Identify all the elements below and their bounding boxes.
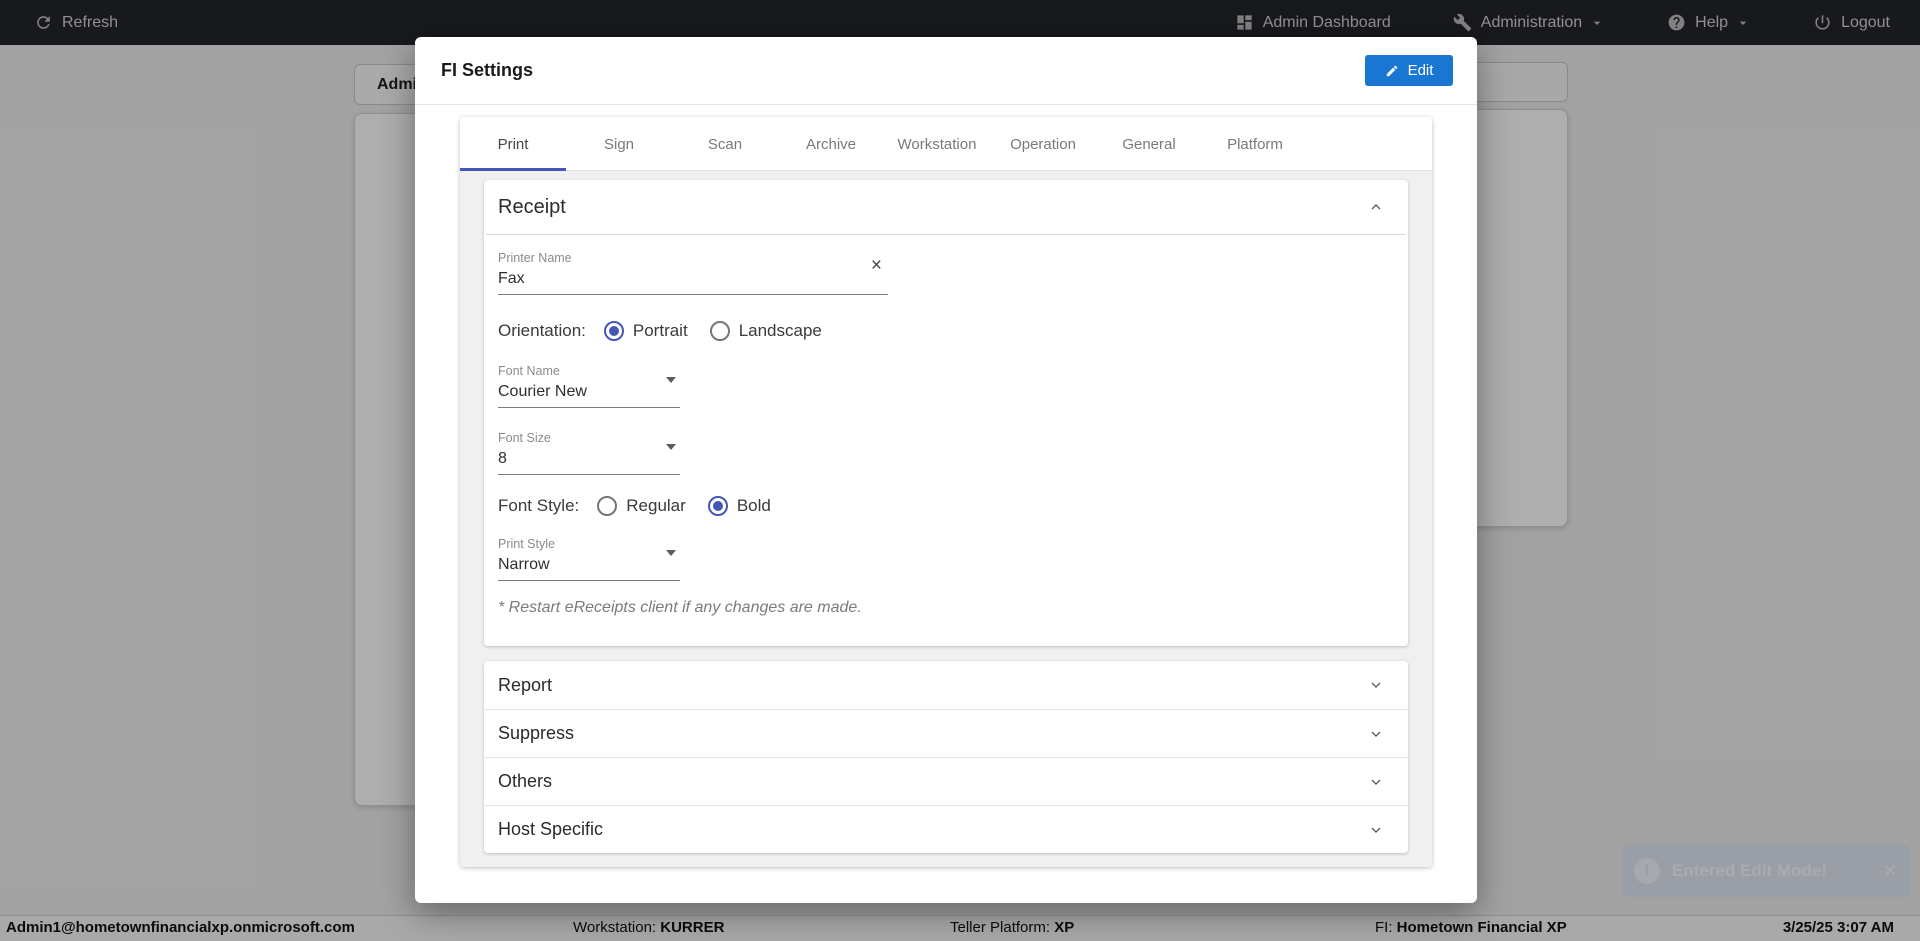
receipt-section: Receipt Printer Name Fax × Orientation:: [484, 180, 1408, 646]
tab-general-label: General: [1122, 136, 1175, 153]
font-name-label: Font Name: [498, 364, 680, 378]
radio-portrait[interactable]: Portrait: [604, 321, 688, 341]
radio-portrait-label: Portrait: [633, 321, 688, 341]
chevron-down-icon: [1368, 774, 1384, 790]
print-style-label: Print Style: [498, 537, 680, 551]
tab-scan-label: Scan: [708, 136, 742, 153]
receipt-section-header[interactable]: Receipt: [484, 180, 1408, 234]
font-size-label: Font Size: [498, 431, 680, 445]
section-host-specific-title: Host Specific: [498, 819, 603, 840]
section-suppress[interactable]: Suppress: [484, 709, 1408, 757]
section-others[interactable]: Others: [484, 757, 1408, 805]
tab-workstation-label: Workstation: [898, 136, 977, 153]
settings-tabbar: Print Sign Scan Archive Workstation Oper…: [460, 117, 1432, 171]
radio-circle: [597, 496, 617, 516]
tab-print-label: Print: [498, 136, 529, 153]
radio-bold[interactable]: Bold: [708, 496, 771, 516]
chevron-up-icon[interactable]: [1368, 199, 1384, 215]
radio-bold-label: Bold: [737, 496, 771, 516]
section-host-specific[interactable]: Host Specific: [484, 805, 1408, 853]
tab-sign[interactable]: Sign: [566, 117, 672, 171]
section-suppress-title: Suppress: [498, 723, 574, 744]
radio-circle: [710, 321, 730, 341]
font-style-radio-group: Font Style: Regular Bold: [498, 496, 1394, 516]
edit-button-label: Edit: [1408, 62, 1434, 79]
printer-name-value[interactable]: Fax: [498, 265, 888, 295]
font-size-value: 8: [498, 445, 680, 475]
pencil-icon: [1385, 64, 1399, 78]
radio-circle: [708, 496, 728, 516]
tab-sign-label: Sign: [604, 136, 634, 153]
dropdown-caret-icon: [666, 377, 676, 383]
tab-print[interactable]: Print: [460, 117, 566, 171]
printer-name-label: Printer Name: [498, 251, 888, 265]
orientation-radio-group: Orientation: Portrait Landscape: [498, 321, 1394, 341]
tab-general[interactable]: General: [1096, 117, 1202, 171]
orientation-label: Orientation:: [498, 321, 586, 341]
radio-circle: [604, 321, 624, 341]
radio-landscape[interactable]: Landscape: [710, 321, 822, 341]
section-report[interactable]: Report: [484, 661, 1408, 709]
radio-regular-label: Regular: [626, 496, 686, 516]
receipt-section-title: Receipt: [498, 196, 566, 219]
font-size-select[interactable]: Font Size 8: [498, 431, 680, 475]
tab-platform-label: Platform: [1227, 136, 1283, 153]
clear-icon[interactable]: ×: [871, 255, 882, 277]
printer-name-field[interactable]: Printer Name Fax ×: [498, 251, 888, 295]
font-style-label: Font Style:: [498, 496, 579, 516]
print-style-value: Narrow: [498, 551, 680, 581]
receipt-section-body: Printer Name Fax × Orientation: Portrait…: [484, 235, 1408, 617]
section-others-title: Others: [498, 771, 552, 792]
chevron-down-icon: [1368, 677, 1384, 693]
dialog-title: FI Settings: [441, 60, 533, 81]
section-report-title: Report: [498, 675, 552, 696]
tab-workstation[interactable]: Workstation: [884, 117, 990, 171]
radio-regular[interactable]: Regular: [597, 496, 686, 516]
tab-scan[interactable]: Scan: [672, 117, 778, 171]
print-tab-content: Receipt Printer Name Fax × Orientation:: [460, 171, 1432, 867]
chevron-down-icon: [1368, 822, 1384, 838]
tab-operation-label: Operation: [1010, 136, 1076, 153]
print-style-select[interactable]: Print Style Narrow: [498, 537, 680, 581]
tab-operation[interactable]: Operation: [990, 117, 1096, 171]
restart-note: * Restart eReceipts client if any change…: [498, 599, 1394, 617]
tab-archive-label: Archive: [806, 136, 856, 153]
dropdown-caret-icon: [666, 550, 676, 556]
font-name-select[interactable]: Font Name Courier New: [498, 364, 680, 408]
settings-card: Print Sign Scan Archive Workstation Oper…: [460, 117, 1432, 867]
tab-archive[interactable]: Archive: [778, 117, 884, 171]
tab-platform[interactable]: Platform: [1202, 117, 1308, 171]
chevron-down-icon: [1368, 726, 1384, 742]
fi-settings-dialog: FI Settings Edit Print Sign Scan Archive…: [415, 37, 1477, 903]
font-name-value: Courier New: [498, 378, 680, 408]
dropdown-caret-icon: [666, 444, 676, 450]
edit-button[interactable]: Edit: [1365, 55, 1453, 86]
radio-landscape-label: Landscape: [739, 321, 822, 341]
dialog-header: FI Settings Edit: [415, 37, 1477, 105]
collapsed-sections: Report Suppress Others Host Specific: [484, 661, 1408, 853]
